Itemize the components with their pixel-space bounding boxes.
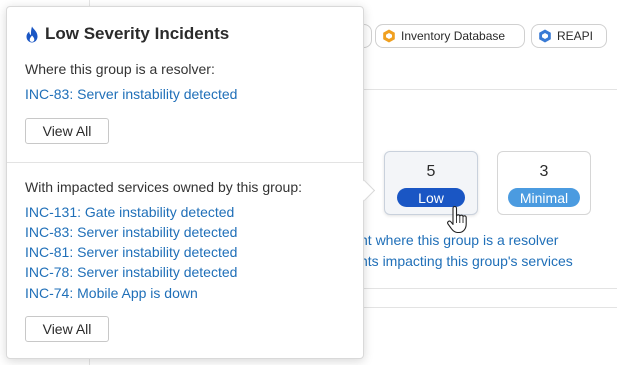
low-severity-popover: Low Severity Incidents Where this group … bbox=[6, 6, 376, 359]
impacted-incidents-link[interactable]: nts impacting this group's services bbox=[360, 253, 573, 269]
view-all-impacted-button[interactable]: View All bbox=[25, 316, 109, 342]
popover-title: Low Severity Incidents bbox=[25, 24, 229, 44]
incident-link[interactable]: INC-131: Gate instability detected bbox=[25, 204, 234, 220]
service-chip-inventory-database[interactable]: Inventory Database bbox=[375, 24, 525, 48]
severity-count: 3 bbox=[539, 163, 549, 180]
popover-title-text: Low Severity Incidents bbox=[45, 24, 230, 43]
incident-link[interactable]: INC-74: Mobile App is down bbox=[25, 285, 198, 301]
severity-card-minimal[interactable]: 3 Minimal bbox=[497, 151, 591, 215]
popover-arrow bbox=[353, 179, 376, 202]
severity-badge-minimal: Minimal bbox=[508, 188, 580, 207]
view-all-resolver-button[interactable]: View All bbox=[25, 118, 109, 144]
hex-blue-icon bbox=[539, 29, 551, 43]
incident-link[interactable]: INC-78: Server instability detected bbox=[25, 264, 237, 280]
impacted-section-label: With impacted services owned by this gro… bbox=[25, 179, 303, 195]
section-divider bbox=[360, 288, 617, 289]
hex-orange-icon bbox=[383, 29, 395, 43]
incident-link[interactable]: INC-81: Server instability detected bbox=[25, 244, 237, 260]
hand-cursor-icon bbox=[447, 206, 467, 234]
resolver-incidents-link[interactable]: nt where this group is a resolver bbox=[360, 232, 558, 248]
section-divider bbox=[360, 307, 617, 308]
service-chip-reapi[interactable]: REAPI bbox=[531, 24, 607, 48]
chip-label: Inventory Database bbox=[401, 29, 506, 43]
flame-icon bbox=[26, 26, 38, 42]
incident-link[interactable]: INC-83: Server instability detected bbox=[25, 224, 237, 240]
incident-link[interactable]: INC-83: Server instability detected bbox=[25, 86, 237, 102]
resolver-section-label: Where this group is a resolver: bbox=[25, 61, 215, 77]
popover-divider bbox=[7, 162, 363, 163]
section-divider bbox=[360, 89, 617, 90]
chip-label: REAPI bbox=[557, 29, 594, 43]
severity-count: 5 bbox=[426, 163, 436, 180]
severity-badge-low: Low bbox=[397, 188, 465, 207]
